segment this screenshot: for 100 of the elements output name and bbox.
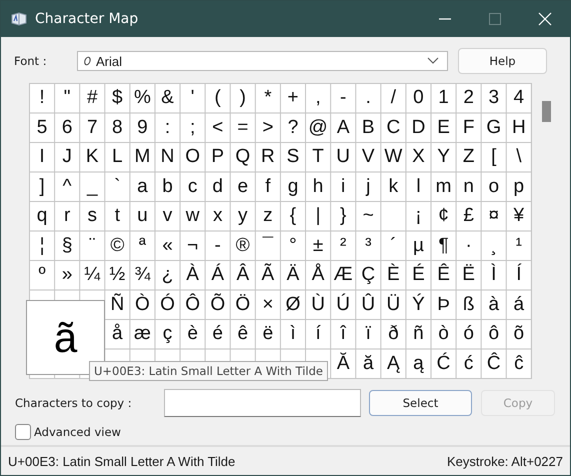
character-cell[interactable]: Ù [305, 290, 330, 319]
character-cell[interactable]: ³ [355, 230, 380, 260]
character-cell[interactable]: é [204, 319, 230, 348]
character-cell[interactable]: " [54, 83, 80, 112]
character-cell[interactable]: u [129, 201, 154, 230]
character-cell[interactable]: ¾ [129, 260, 154, 290]
character-cell[interactable]: I [29, 142, 54, 172]
character-cell[interactable]: s [79, 201, 104, 230]
character-cell[interactable]: @ [305, 112, 330, 142]
character-cell[interactable]: 0 [405, 83, 430, 112]
character-cell[interactable]: A [330, 112, 356, 142]
characters-field[interactable] [164, 389, 361, 417]
character-cell[interactable]: v [154, 201, 180, 230]
character-cell[interactable]: ( [204, 83, 230, 112]
character-cell[interactable]: ¥ [506, 201, 531, 230]
character-cell[interactable]: ð [380, 319, 406, 348]
character-cell[interactable]: # [79, 83, 104, 112]
character-cell[interactable]: ă [355, 348, 380, 378]
character-cell[interactable]: À [180, 260, 205, 290]
character-cell[interactable]: * [254, 83, 280, 112]
character-cell[interactable]: S [280, 142, 306, 172]
character-cell[interactable]: i [330, 172, 356, 201]
character-cell[interactable]: µ [405, 230, 430, 260]
character-cell[interactable]: Ø [280, 290, 306, 319]
character-cell[interactable]: ñ [405, 319, 430, 348]
character-cell[interactable]: r [54, 201, 80, 230]
character-cell[interactable]: ` [104, 172, 130, 201]
character-cell[interactable]: G [480, 112, 506, 142]
character-cell[interactable]: Ã [254, 260, 280, 290]
character-cell[interactable]: y [230, 201, 255, 230]
character-cell[interactable]: N [154, 142, 180, 172]
character-cell[interactable]: m [430, 172, 456, 201]
character-cell[interactable]: ¢ [430, 201, 456, 230]
character-cell[interactable]: ¸ [480, 230, 506, 260]
character-cell[interactable]: ¤ [480, 201, 506, 230]
character-cell[interactable]: § [54, 230, 80, 260]
character-cell[interactable]: J [54, 142, 80, 172]
character-cell[interactable]: Q [230, 142, 255, 172]
character-cell[interactable]: · [456, 230, 481, 260]
character-cell[interactable]: ï [355, 319, 380, 348]
character-cell[interactable]: 6 [54, 112, 80, 142]
character-cell[interactable]: É [405, 260, 430, 290]
character-cell[interactable]: d [204, 172, 230, 201]
character-cell[interactable]: T [305, 142, 330, 172]
character-cell[interactable]: × [254, 290, 280, 319]
character-cell[interactable]: Ă [330, 348, 356, 378]
character-cell[interactable]: ¯ [254, 230, 280, 260]
character-cell[interactable]: Ú [330, 290, 356, 319]
character-cell[interactable]: ¿ [154, 260, 180, 290]
character-cell[interactable]: B [355, 112, 380, 142]
character-cell[interactable]: F [456, 112, 481, 142]
character-cell[interactable]: ¬ [180, 230, 205, 260]
character-cell[interactable]: ć [456, 348, 481, 378]
character-cell[interactable]: Â [230, 260, 255, 290]
character-cell[interactable]: | [305, 201, 330, 230]
character-cell[interactable]: ^ [54, 172, 80, 201]
character-cell[interactable]: 2 [456, 83, 481, 112]
character-cell[interactable]: : [154, 112, 180, 142]
character-cell[interactable]: z [254, 201, 280, 230]
character-cell[interactable]: 1 [430, 83, 456, 112]
character-cell[interactable]: Û [355, 290, 380, 319]
character-cell[interactable]: Ä [280, 260, 306, 290]
character-cell[interactable]: ] [29, 172, 54, 201]
character-cell[interactable]: £ [456, 201, 481, 230]
character-cell[interactable]: ! [29, 83, 54, 112]
character-cell[interactable]: ¹ [506, 230, 531, 260]
character-cell[interactable]: V [355, 142, 380, 172]
character-cell[interactable]: 7 [79, 112, 104, 142]
character-cell[interactable]: c [180, 172, 205, 201]
character-cell[interactable]: O [180, 142, 205, 172]
character-cell[interactable]: & [154, 83, 180, 112]
character-cell[interactable]: ¨ [79, 230, 104, 260]
help-button[interactable]: Help [458, 48, 547, 74]
character-cell[interactable]: Ó [154, 290, 180, 319]
character-cell[interactable]: ± [305, 230, 330, 260]
character-cell[interactable]: Z [456, 142, 481, 172]
character-cell[interactable]: Ą [380, 348, 406, 378]
character-cell[interactable]: î [330, 319, 356, 348]
character-cell[interactable]: Æ [330, 260, 356, 290]
character-cell[interactable]: K [79, 142, 104, 172]
character-cell[interactable]: g [280, 172, 306, 201]
character-cell[interactable]: å [104, 319, 130, 348]
character-cell[interactable]: U [330, 142, 356, 172]
character-cell[interactable]: Í [506, 260, 531, 290]
character-cell[interactable]: Ô [180, 290, 205, 319]
character-cell[interactable]: b [154, 172, 180, 201]
character-cell[interactable]: ó [456, 319, 481, 348]
scroll-thumb[interactable] [542, 101, 551, 122]
character-cell[interactable]: ? [280, 112, 306, 142]
character-cell[interactable]: Ë [456, 260, 481, 290]
character-cell[interactable]: ® [230, 230, 255, 260]
character-cell[interactable]: [ [480, 142, 506, 172]
action-button[interactable]: Select [369, 390, 472, 416]
character-cell[interactable]: í [305, 319, 330, 348]
character-cell[interactable]: Y [430, 142, 456, 172]
character-cell[interactable]: t [104, 201, 130, 230]
character-cell[interactable]: . [355, 83, 380, 112]
character-cell[interactable]: D [405, 112, 430, 142]
character-cell[interactable]: Ö [230, 290, 255, 319]
character-cell[interactable]: ê [230, 319, 255, 348]
